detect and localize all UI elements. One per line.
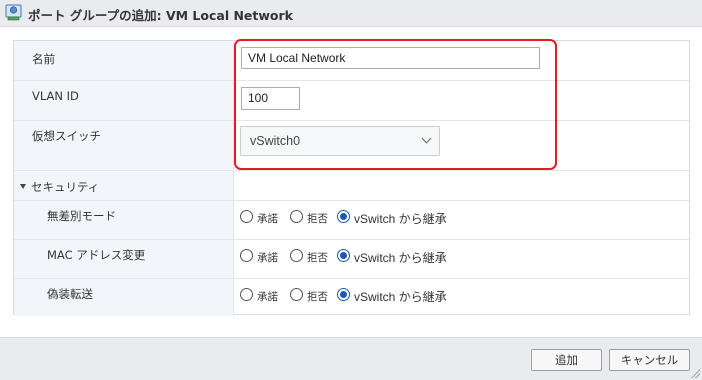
security-section-header[interactable]: セキュリティ: [14, 171, 689, 201]
radio-accept[interactable]: [240, 288, 253, 301]
mac-address-change-label: MAC アドレス変更: [47, 248, 146, 262]
security-section-label: セキュリティ: [31, 180, 100, 194]
name-label: 名前: [32, 52, 55, 66]
promiscuous-mode-label: 無差別モード: [47, 209, 116, 223]
dialog-title: ポート グループの追加: VM Local Network: [28, 8, 293, 23]
expand-triangle-icon[interactable]: [20, 184, 26, 189]
radio-inherit[interactable]: [337, 288, 350, 301]
radio-reject[interactable]: [290, 210, 303, 223]
vlan-label: VLAN ID: [32, 89, 79, 103]
radio-accept[interactable]: [240, 249, 253, 262]
dialog-footer: 追加 キャンセル: [0, 337, 702, 380]
forged-transmits-row: 偽装転送: [14, 279, 689, 316]
radio-reject[interactable]: [290, 288, 303, 301]
radio-reject[interactable]: [290, 249, 303, 262]
highlight-box: [234, 39, 557, 170]
radio-inherit-label: vSwitch から継承: [354, 251, 447, 265]
resize-grip-icon[interactable]: [690, 368, 700, 378]
radio-accept[interactable]: [240, 210, 253, 223]
radio-accept-label: 承諾: [257, 291, 278, 303]
radio-accept-label: 承諾: [257, 213, 278, 225]
radio-accept-label: 承諾: [257, 252, 278, 264]
dialog-titlebar: ポート グループの追加: VM Local Network: [0, 0, 702, 27]
add-button[interactable]: 追加: [531, 349, 602, 371]
vswitch-label: 仮想スイッチ: [32, 129, 101, 143]
mac-address-change-row: MAC アドレス変更: [14, 240, 689, 278]
promiscuous-mode-row: 無差別モード: [14, 201, 689, 239]
forged-transmits-label: 偽装転送: [47, 287, 93, 301]
radio-inherit[interactable]: [337, 210, 350, 223]
radio-inherit-label: vSwitch から継承: [354, 212, 447, 226]
radio-reject-label: 拒否: [307, 291, 328, 303]
radio-reject-label: 拒否: [307, 252, 328, 264]
port-group-icon: [5, 4, 22, 21]
radio-reject-label: 拒否: [307, 213, 328, 225]
cancel-button[interactable]: キャンセル: [609, 349, 690, 371]
radio-inherit[interactable]: [337, 249, 350, 262]
radio-inherit-label: vSwitch から継承: [354, 290, 447, 304]
